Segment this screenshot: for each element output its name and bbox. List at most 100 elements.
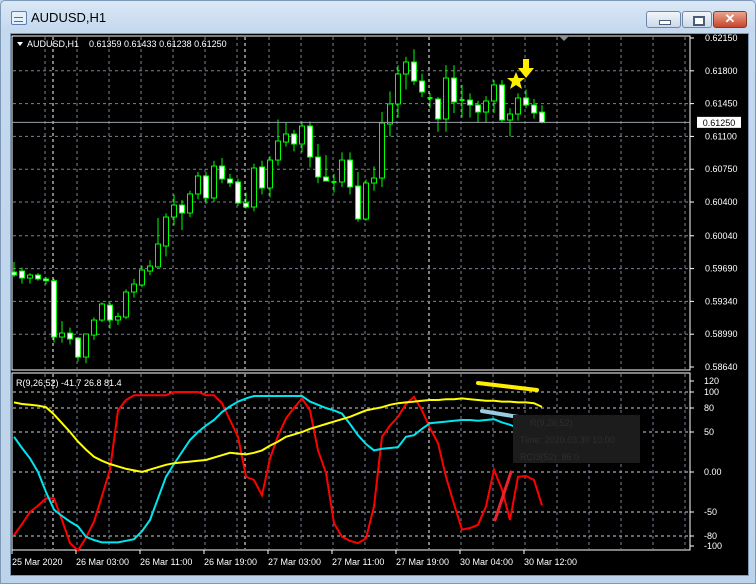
header-symbol: AUDUSD,H1 xyxy=(27,39,79,49)
indicator-level-label: 0.00 xyxy=(704,467,722,477)
time-label: 30 Mar 04:00 xyxy=(460,557,513,567)
drawn-trendline-yellow[interactable] xyxy=(476,381,539,392)
candle xyxy=(411,49,417,85)
candle-body xyxy=(211,165,217,199)
indicator-level-label: 80 xyxy=(704,403,714,413)
candle xyxy=(379,112,385,188)
candle xyxy=(467,93,473,118)
candle-body xyxy=(99,303,105,321)
chart-shift-marker[interactable] xyxy=(559,36,569,41)
candle-body xyxy=(83,333,89,358)
price-label: 0.61100 xyxy=(705,131,737,141)
candle-body xyxy=(27,274,33,279)
candle xyxy=(227,173,233,188)
time-label: 27 Mar 03:00 xyxy=(268,557,321,567)
candle-body xyxy=(251,167,257,208)
price-label: 0.60400 xyxy=(705,197,738,207)
price-label: 0.59340 xyxy=(705,296,738,306)
candle xyxy=(107,302,113,329)
candle-body xyxy=(531,104,537,114)
candle xyxy=(243,192,249,209)
arrow-down-icon[interactable] xyxy=(518,59,534,78)
candle xyxy=(67,327,73,345)
candle-body xyxy=(155,243,161,268)
price-label: 0.60750 xyxy=(705,164,738,174)
candle xyxy=(451,65,457,113)
candle xyxy=(147,260,153,276)
indicator-series-1 xyxy=(13,395,543,544)
price-label: 0.61800 xyxy=(705,66,738,76)
price-label: 0.58990 xyxy=(705,329,738,339)
candle xyxy=(427,93,433,109)
candle xyxy=(435,97,441,132)
candle-body xyxy=(467,99,473,106)
time-axis[interactable]: 25 Mar 2020 26 Mar 03:00 26 Mar 11:00 26 Ma… xyxy=(11,550,577,567)
indicator-level-label: -80 xyxy=(704,531,717,541)
candle xyxy=(315,143,321,184)
candle xyxy=(267,156,273,198)
candle-body xyxy=(363,182,369,220)
indicator-level-label: -100 xyxy=(704,541,722,551)
candle-body xyxy=(179,204,185,214)
current-price-label: 0.61250 xyxy=(703,118,736,128)
candle xyxy=(459,84,465,118)
price-axis[interactable]: 0.62150 0.61800 0.61450 0.61100 0.60750 0.604… xyxy=(690,33,738,372)
candle xyxy=(355,172,361,222)
candle xyxy=(403,56,409,90)
price-label: 0.58640 xyxy=(705,362,738,372)
indicator-level-label: 100 xyxy=(704,387,719,397)
candle xyxy=(27,273,33,284)
candle-body xyxy=(307,125,313,158)
candle xyxy=(419,73,425,98)
time-label: 25 Mar 2020 xyxy=(12,557,63,567)
indicator-level-label: 50 xyxy=(704,427,714,437)
time-label: 26 Mar 03:00 xyxy=(76,557,129,567)
grid xyxy=(13,37,689,549)
candle xyxy=(163,213,169,257)
candle xyxy=(43,277,49,285)
candle-body xyxy=(395,73,401,105)
candle-body xyxy=(411,61,417,82)
indicator-lines xyxy=(13,391,543,552)
candle xyxy=(51,278,57,343)
candle-body xyxy=(195,175,201,195)
candle xyxy=(131,278,137,298)
candle xyxy=(187,190,193,218)
candle xyxy=(219,157,225,184)
candle-body xyxy=(539,111,545,123)
time-label: 27 Mar 11:00 xyxy=(332,557,384,567)
candles xyxy=(11,49,545,364)
time-label: 26 Mar 19:00 xyxy=(204,557,257,567)
candle-body xyxy=(11,271,17,276)
candle-body xyxy=(523,97,529,106)
indicator-series-0 xyxy=(13,391,543,552)
indicator-axis[interactable]: 120100 80 50 0.00 -50 -80-100 xyxy=(690,376,722,551)
chart-canvas[interactable]: 0.62150 0.61800 0.61450 0.61100 0.60750 0.604… xyxy=(0,0,756,584)
candle xyxy=(539,105,545,124)
candle-body xyxy=(35,274,41,280)
candle xyxy=(275,119,281,166)
candle-body xyxy=(203,175,209,199)
candle xyxy=(123,289,129,320)
candle xyxy=(307,121,313,168)
candle xyxy=(387,91,393,137)
price-label: 0.62150 xyxy=(705,33,738,43)
data-tooltip: R(9,26,52) Time: 2020.03.30 10:00 RCI3(5… xyxy=(513,415,640,463)
candle-body xyxy=(43,278,49,282)
candle-body xyxy=(475,104,481,113)
header-triangle-icon[interactable] xyxy=(17,42,23,46)
candle-body xyxy=(451,77,457,103)
candle xyxy=(299,121,305,153)
candle-body xyxy=(339,159,345,183)
candle xyxy=(91,317,97,340)
candle xyxy=(195,172,201,200)
candle xyxy=(59,321,65,343)
main-chart-frame xyxy=(11,35,691,371)
candle-body xyxy=(59,332,65,338)
candle-body xyxy=(283,133,289,143)
candle xyxy=(35,273,41,281)
candle-body xyxy=(491,84,497,102)
candle-body xyxy=(379,122,385,179)
star-icon[interactable] xyxy=(507,72,525,89)
candle xyxy=(443,65,449,132)
